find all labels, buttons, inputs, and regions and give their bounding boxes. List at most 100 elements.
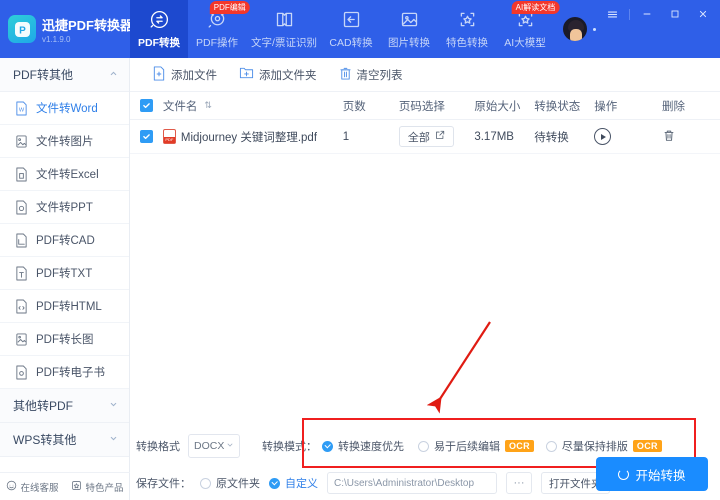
table-header: 文件名 ⇅ 页数 页码选择 原始大小 转换状态 操作 删除	[130, 92, 720, 120]
minimize-icon[interactable]	[634, 2, 660, 26]
main-content: 添加文件 添加文件夹 清空列表 文件名 ⇅ 页数 页码选择 原始大小 转换状态 …	[130, 58, 720, 500]
excel-file-icon	[14, 166, 29, 182]
avatar[interactable]	[562, 16, 588, 42]
tab-pdf-operation[interactable]: PDF编辑 PDF操作	[188, 0, 250, 58]
radio-keep-layout[interactable]	[545, 440, 557, 452]
sidebar-group-pdf-to-other[interactable]: PDF转其他	[0, 58, 129, 92]
mode-option-editable[interactable]: 易于后续编辑 OCR	[418, 438, 534, 454]
row-filename: Midjourney 关键词整理.pdf	[180, 131, 318, 144]
sidebar-item-file-to-excel[interactable]: 文件转Excel	[0, 158, 129, 191]
menu-icon[interactable]	[599, 2, 625, 26]
add-folder-button[interactable]: 添加文件夹	[239, 66, 317, 83]
save-option-custom[interactable]: 自定义	[269, 475, 318, 491]
ocr-badge: OCR	[632, 440, 662, 452]
sidebar-group-other-to-pdf[interactable]: 其他转PDF	[0, 389, 129, 423]
user-area[interactable]	[554, 0, 596, 58]
ppt-file-icon	[14, 199, 29, 215]
image-icon	[398, 8, 421, 31]
select-all-checkbox[interactable]	[139, 99, 153, 112]
sidebar-group-label: PDF转其他	[13, 68, 74, 82]
add-folder-label: 添加文件夹	[259, 69, 317, 82]
clear-list-button[interactable]: 清空列表	[339, 66, 403, 84]
mode-option-speed[interactable]: 转换速度优先	[322, 438, 404, 454]
online-service-button[interactable]: 在线客服	[6, 480, 59, 494]
convert-icon	[148, 8, 171, 31]
add-file-button[interactable]: 添加文件	[152, 65, 217, 84]
tab-ocr-recognition[interactable]: 文字/票证识别	[246, 0, 322, 58]
radio-custom-folder[interactable]	[269, 477, 280, 489]
sidebar-item-file-to-image[interactable]: 文件转图片	[0, 125, 129, 158]
mode-option-layout[interactable]: 尽量保持排版 OCR	[545, 438, 662, 454]
star-frame-icon	[456, 8, 479, 31]
cad-file-icon	[14, 232, 29, 248]
tab-image-convert[interactable]: 图片转换	[380, 0, 438, 58]
chevron-down-icon	[109, 400, 118, 411]
sidebar: PDF转其他 W 文件转Word 文件转图片 文件转Excel 文件转PPT P…	[0, 58, 130, 500]
save-custom-label: 自定义	[285, 478, 318, 490]
sidebar-item-pdf-to-cad[interactable]: PDF转CAD	[0, 224, 129, 257]
save-path-input[interactable]: C:\Users\Administrator\Desktop	[327, 472, 497, 494]
mode-label-layout: 尽量保持排版	[561, 441, 628, 453]
status-dot-icon	[593, 27, 596, 31]
pdf-file-icon	[162, 129, 176, 144]
radio-original-folder[interactable]	[200, 477, 211, 489]
row-select-cell	[130, 130, 163, 143]
close-icon[interactable]	[690, 2, 716, 26]
radio-speed-first[interactable]	[322, 440, 333, 452]
sidebar-item-label: 文件转PPT	[36, 202, 93, 214]
sidebar-item-pdf-to-ebook[interactable]: PDF转电子书	[0, 356, 129, 389]
format-select[interactable]: DOCX	[188, 434, 240, 458]
play-icon[interactable]	[594, 128, 612, 145]
clear-list-label: 清空列表	[356, 69, 403, 82]
headset-icon	[6, 480, 17, 494]
sidebar-item-pdf-to-txt[interactable]: PDF转TXT	[0, 257, 129, 290]
maximize-icon[interactable]	[662, 2, 688, 26]
svg-text:P: P	[19, 25, 26, 36]
add-file-label: 添加文件	[171, 69, 217, 82]
app-logo-icon: P	[8, 15, 36, 43]
sidebar-item-label: 文件转Word	[36, 103, 98, 115]
image-file-icon	[14, 133, 29, 149]
row-checkbox[interactable]	[139, 130, 153, 143]
tab-cad-convert[interactable]: CAD转换	[322, 0, 380, 58]
trash-icon[interactable]	[662, 128, 676, 146]
row-status: 待转换	[534, 131, 569, 144]
row-action-cell	[594, 128, 662, 145]
app-title: 迅捷PDF转换器	[42, 17, 134, 33]
sidebar-item-pdf-to-longimage[interactable]: PDF转长图	[0, 323, 129, 356]
ebook-file-icon	[14, 364, 29, 380]
sidebar-group-wps-to-other[interactable]: WPS转其他	[0, 423, 129, 457]
sidebar-item-pdf-to-html[interactable]: PDF转HTML	[0, 290, 129, 323]
sidebar-item-label: PDF转TXT	[36, 268, 93, 280]
sidebar-item-label: PDF转电子书	[36, 367, 105, 379]
online-service-label: 在线客服	[20, 482, 59, 494]
featured-products-button[interactable]: 特色产品	[71, 480, 124, 494]
browse-button[interactable]: ···	[506, 472, 532, 494]
save-option-original[interactable]: 原文件夹	[200, 475, 260, 491]
file-toolbar: 添加文件 添加文件夹 清空列表	[130, 58, 720, 92]
ocr-book-icon	[273, 8, 296, 31]
sidebar-item-label: PDF转CAD	[36, 235, 95, 247]
tab-label: 文字/票证识别	[251, 37, 317, 49]
table-row[interactable]: Midjourney 关键词整理.pdf 1 全部 3.17MB 待转换	[130, 120, 720, 154]
column-filename-label: 文件名	[162, 100, 198, 113]
start-convert-button[interactable]: 开始转换	[596, 457, 708, 491]
sidebar-item-file-to-word[interactable]: W 文件转Word	[0, 92, 129, 125]
column-filename[interactable]: 文件名 ⇅	[163, 98, 343, 114]
column-action: 操作	[594, 100, 618, 113]
html-file-icon	[14, 298, 29, 314]
tab-special-convert[interactable]: 特色转换	[438, 0, 496, 58]
tab-ai-model[interactable]: AI解读文档 AI大模型	[496, 0, 560, 58]
chevron-down-icon	[226, 441, 234, 451]
column-size: 原始大小	[474, 100, 521, 113]
tab-pdf-convert[interactable]: PDF转换	[130, 0, 188, 58]
sidebar-footer: 在线客服 特色产品	[0, 472, 130, 500]
mode-label-editable: 易于后续编辑	[434, 441, 500, 453]
column-status: 转换状态	[534, 100, 581, 113]
sidebar-item-file-to-ppt[interactable]: 文件转PPT	[0, 191, 129, 224]
select-all-cell	[130, 99, 163, 112]
radio-easy-edit[interactable]	[418, 440, 429, 452]
sort-icon[interactable]: ⇅	[204, 100, 212, 111]
page-select-button[interactable]: 全部	[398, 126, 454, 147]
cad-icon	[340, 8, 363, 31]
